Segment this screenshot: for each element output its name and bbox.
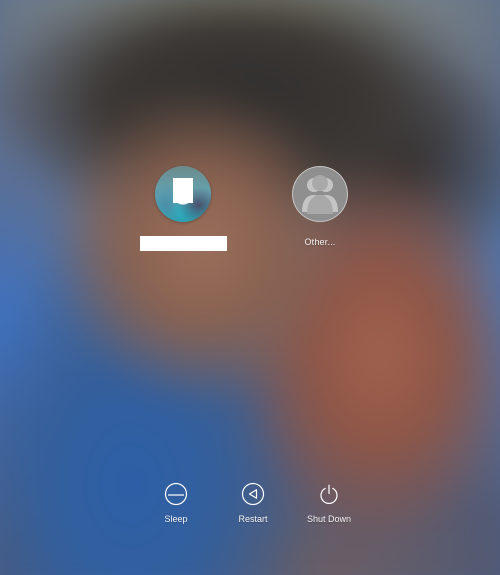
user-tile-primary[interactable] [128, 166, 238, 251]
sleep-button[interactable]: Sleep [141, 482, 211, 524]
username-field[interactable] [139, 236, 227, 251]
other-user-label[interactable]: Other... [304, 237, 335, 247]
sleep-label: Sleep [164, 514, 188, 524]
restart-icon [241, 482, 265, 506]
login-screen: Other... Sleep Restart Shut Down [0, 0, 500, 575]
power-icon [320, 484, 338, 505]
shutdown-label: Shut Down [306, 514, 352, 524]
user-avatar[interactable] [155, 166, 211, 222]
shutdown-button[interactable]: Shut Down [294, 482, 364, 524]
restart-label: Restart [238, 514, 268, 524]
generic-users-icon [302, 175, 338, 214]
sleep-icon [164, 482, 188, 506]
other-user-avatar[interactable] [292, 166, 348, 222]
restart-button[interactable]: Restart [218, 482, 288, 524]
avatar-redaction-block [173, 178, 193, 203]
user-tile-other[interactable]: Other... [265, 166, 375, 247]
